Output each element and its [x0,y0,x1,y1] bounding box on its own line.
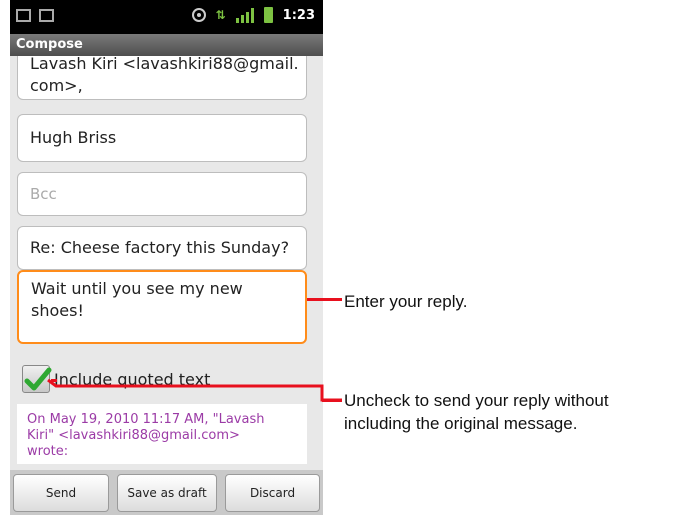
body-field[interactable]: Wait until you see my new shoes! [17,270,307,344]
quoted-text: On May 19, 2010 11:17 AM, "Lavash Kiri" … [17,404,307,464]
quoted-line1: On May 19, 2010 11:17 AM, "Lavash [27,412,265,427]
to-value-line2: com>, [30,76,83,95]
send-button[interactable]: Send [13,474,109,512]
subject-field[interactable]: Re: Cheese factory this Sunday? [17,226,307,270]
to-value-line1: Lavash Kiri <lavashkiri88@gmail. [30,54,299,73]
reply-callout: Enter your reply. [344,292,468,311]
bcc-field[interactable]: Bcc [17,172,307,216]
title-bar-overlay: Compose [10,34,323,56]
uncheck-callout-connector [47,378,342,402]
cc-field[interactable]: Hugh Briss <hbriss1@gmail.com>, [17,114,307,193]
email-notification-icon [16,9,31,22]
reply-callout-line [307,298,342,301]
status-bar: ⇅ 1:23 [10,0,323,34]
quoted-line3: wrote: [27,444,69,459]
action-bar: Send Save as draft Discard [10,470,323,515]
phone-screen: ⇅ 1:23 Compose Lavash Kiri <lavashkiri88… [10,0,323,515]
notification-icon [39,9,54,22]
clock: 1:23 [282,7,315,23]
uncheck-callout-line1: Uncheck to send your reply without [344,391,609,410]
uncheck-callout-line2: including the original message. [344,414,578,433]
discard-button[interactable]: Discard [225,474,320,512]
quoted-line2: Kiri" <lavashkiri88@gmail.com> [27,428,240,443]
battery-icon [263,7,273,23]
gps-icon [191,8,206,22]
data-transfer-icon: ⇅ [215,8,226,22]
signal-icon [235,7,254,23]
save-draft-button[interactable]: Save as draft [117,474,217,512]
